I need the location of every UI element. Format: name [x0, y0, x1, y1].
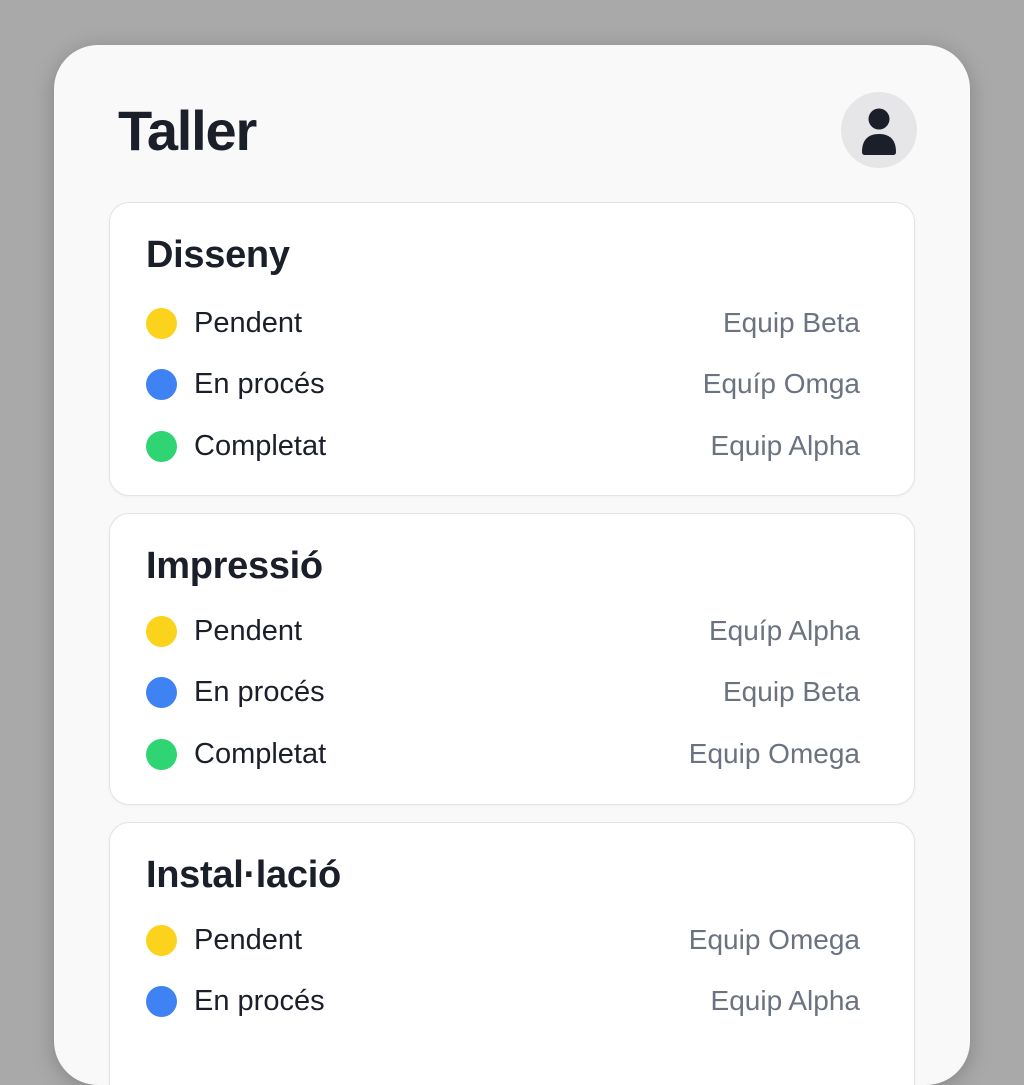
app-panel: Taller Disseny Pendent Equip Beta En pro… — [54, 45, 970, 1085]
team-label: Equip Alpha — [710, 430, 860, 461]
team-label: Equip Beta — [723, 676, 860, 707]
status-dot-pending — [146, 924, 177, 956]
status-dot-in-progress — [146, 985, 177, 1017]
list-item[interactable]: Completat Equip Omega — [146, 734, 860, 774]
status-label: Pendent — [194, 924, 303, 956]
list-item[interactable]: En procés Equíp Omga — [146, 364, 860, 404]
status-dot-pending — [146, 615, 177, 647]
status-dot-in-progress — [146, 368, 177, 400]
list-item[interactable]: Pendent Equíp Alpha — [146, 611, 860, 651]
list-item[interactable]: Completat Equip Alpha — [146, 426, 860, 466]
status-label: Pendent — [194, 615, 303, 647]
status-dot-in-progress — [146, 676, 177, 708]
list-item[interactable]: Pendent Equip Omega — [146, 920, 860, 960]
section-card-installacio: Instal·lació Pendent Equip Omega En proc… — [109, 822, 915, 1085]
status-dot-completed — [146, 738, 177, 770]
section-title: Disseny — [146, 234, 290, 276]
status-label: En procés — [194, 368, 325, 400]
avatar-button[interactable] — [841, 92, 917, 168]
status-label: Completat — [194, 738, 327, 770]
list-item[interactable]: Pendent Equip Beta — [146, 303, 860, 343]
team-label: Equip Omega — [688, 738, 860, 769]
status-dot-pending — [146, 307, 177, 339]
status-label: En procés — [194, 676, 325, 708]
user-icon — [862, 108, 896, 155]
status-dot-completed — [146, 430, 177, 462]
status-label: En procés — [194, 985, 325, 1017]
status-label: Pendent — [194, 307, 303, 339]
section-title: Instal·lació — [146, 854, 341, 896]
list-item[interactable]: En procés Equip Alpha — [146, 981, 860, 1021]
section-card-impressio: Impressió Pendent Equíp Alpha En procés … — [109, 513, 915, 805]
page-title: Taller — [118, 99, 257, 162]
section-card-disseny: Disseny Pendent Equip Beta En procés Equ… — [109, 202, 915, 496]
team-label: Equip Beta — [723, 307, 860, 338]
section-title: Impressió — [146, 545, 323, 587]
team-label: Equip Alpha — [710, 985, 860, 1016]
team-label: Equíp Omga — [702, 368, 860, 399]
status-label: Completat — [194, 430, 327, 462]
list-item[interactable]: En procés Equip Beta — [146, 672, 860, 712]
team-label: Equip Omega — [688, 924, 860, 955]
team-label: Equíp Alpha — [708, 615, 860, 646]
